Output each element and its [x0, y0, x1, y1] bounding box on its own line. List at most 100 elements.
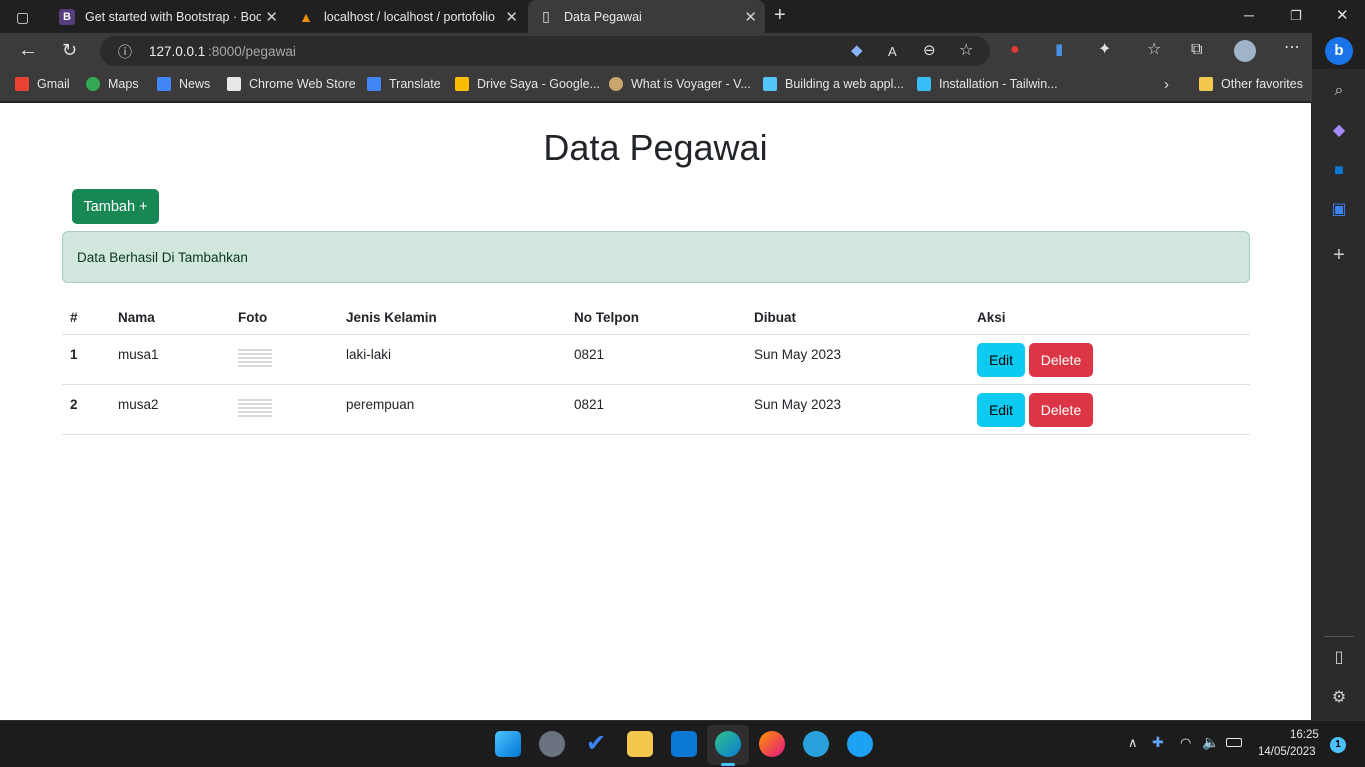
header-no-telpon: No Telpon [566, 301, 746, 335]
bookmark-gmail[interactable]: Gmail [15, 69, 70, 99]
chevron-right-icon[interactable]: › [1164, 76, 1169, 94]
tab-phpmyadmin[interactable]: ▲ localhost / localhost / portofolio ✕ [290, 0, 526, 33]
tab-label: localhost / localhost / portofolio [324, 9, 495, 24]
bing-icon[interactable]: b [1325, 37, 1353, 65]
other-favorites[interactable]: Other favorites [1199, 69, 1303, 99]
profile-avatar[interactable] [1234, 40, 1256, 62]
phpmyadmin-icon: ▲ [299, 8, 313, 25]
bookmark-news[interactable]: News [157, 69, 210, 99]
settings-icon[interactable]: ⚙ [1330, 689, 1348, 707]
url-host: 127.0.0.1 [149, 44, 206, 59]
read-aloud-icon[interactable]: A [888, 43, 897, 61]
table-row: 1 musa1 laki-laki 0821 Sun May 2023 Edit… [62, 334, 1250, 385]
favorites-icon[interactable]: ☆ [1147, 41, 1161, 59]
employee-table: # Nama Foto Jenis Kelamin No Telpon Dibu… [62, 301, 1250, 435]
more-menu-icon[interactable]: ⋯ [1284, 39, 1300, 57]
add-button[interactable]: Tambah + [72, 189, 159, 224]
refresh-icon[interactable]: ↻ [62, 41, 77, 59]
bookmark-maps[interactable]: Maps [86, 69, 139, 99]
zoom-icon[interactable]: ⊖ [923, 42, 936, 60]
vscode-icon[interactable] [671, 731, 697, 757]
windows-start-icon[interactable] [495, 731, 521, 757]
edge-sidebar: ⌕ ◆ ■ ▣ + ▯ ⚙ [1312, 69, 1365, 720]
add-favorite-icon[interactable]: ☆ [959, 42, 973, 60]
extension-red-icon[interactable]: ● [1010, 41, 1020, 59]
minimize-icon[interactable]: ─ [1244, 6, 1254, 24]
delete-button[interactable]: Delete [1029, 342, 1093, 377]
header-no: # [62, 301, 110, 335]
bookmark-voyager[interactable]: What is Voyager - V... [609, 69, 751, 99]
back-icon[interactable]: ← [18, 40, 38, 60]
copilot-icon[interactable]: ◆ [1330, 122, 1348, 140]
new-tab-button[interactable]: + [774, 5, 786, 25]
close-tab-icon[interactable]: ✕ [505, 8, 518, 26]
news-icon [157, 77, 171, 91]
bookmark-translate[interactable]: Translate [367, 69, 441, 99]
outlook-icon[interactable]: ■ [1330, 162, 1348, 180]
edit-button[interactable]: Edit [977, 342, 1025, 377]
file-explorer-icon[interactable] [627, 731, 653, 757]
todo-app-icon[interactable]: ✔ [583, 731, 609, 757]
table-header-row: # Nama Foto Jenis Kelamin No Telpon Dibu… [62, 301, 1250, 335]
translate-icon [367, 77, 381, 91]
extension-blue-icon[interactable]: ▮ [1055, 41, 1063, 59]
header-jenis-kelamin: Jenis Kelamin [338, 301, 566, 335]
web-page: Data Pegawai Tambah + Data Berhasil Di T… [0, 103, 1311, 720]
notification-badge[interactable]: 1 [1330, 737, 1346, 753]
clock-date[interactable]: 14/05/2023 [1258, 746, 1316, 758]
tab-bootstrap[interactable]: B Get started with Bootstrap · Boot ✕ [50, 0, 286, 33]
voyager-icon [609, 77, 623, 91]
tailwind-icon [917, 77, 931, 91]
restore-icon[interactable]: ❐ [1290, 7, 1302, 25]
employee-photo [238, 346, 272, 367]
table-row: 2 musa2 perempuan 0821 Sun May 2023 Edit… [62, 384, 1250, 435]
app-icon[interactable]: ▣ [1330, 201, 1348, 219]
delete-button[interactable]: Delete [1029, 392, 1093, 427]
page-title: Data Pegawai [543, 127, 768, 168]
bookmark-chrome-web-store[interactable]: Chrome Web Store [227, 69, 356, 99]
wifi-icon[interactable]: ◠ [1180, 735, 1191, 751]
volume-icon[interactable]: 🔈 [1202, 734, 1219, 751]
row-number: 2 [62, 384, 110, 435]
tag-icon[interactable]: ◆ [851, 42, 863, 60]
edge-app-icon[interactable] [715, 731, 741, 757]
header-nama: Nama [110, 301, 230, 335]
extensions-icon[interactable]: ✦ [1098, 41, 1111, 59]
clock-time[interactable]: 16:25 [1290, 729, 1319, 741]
battery-icon[interactable] [1226, 738, 1242, 747]
settings-app-icon[interactable] [539, 731, 565, 757]
taskbar: ✔ ∧ ✚ ◠ 🔈 16:25 14/05/2023 1 [0, 720, 1365, 767]
tab-data-pegawai[interactable]: ▯ Data Pegawai ✕ [528, 0, 765, 33]
header-dibuat: Dibuat [746, 301, 969, 335]
close-tab-icon[interactable]: ✕ [265, 8, 278, 26]
active-indicator [721, 763, 735, 766]
row-telpon: 0821 [566, 384, 746, 435]
bootstrap-icon: B [59, 8, 75, 25]
maps-icon [86, 77, 100, 91]
firefox-icon[interactable] [759, 731, 785, 757]
search-icon[interactable]: ⌕ [1330, 82, 1348, 100]
add-icon[interactable]: + [1330, 245, 1348, 265]
network-app-icon[interactable]: ✚ [1152, 734, 1164, 751]
bookmark-drive[interactable]: Drive Saya - Google... [455, 69, 600, 99]
telegram-icon[interactable] [803, 731, 829, 757]
collections-icon[interactable]: ⧉ [1191, 41, 1202, 59]
row-jenis-kelamin: laki-laki [338, 334, 566, 385]
tab-actions-icon[interactable]: ▢ [16, 8, 29, 26]
address-bar[interactable]: ⓘ 127.0.0.1 :8000/pegawai ◆ A ⊖ ☆ [100, 36, 990, 66]
close-window-icon[interactable]: ✕ [1336, 7, 1349, 25]
close-tab-icon[interactable]: ✕ [744, 8, 757, 26]
url-path: :8000/pegawai [208, 44, 296, 59]
chevron-up-icon[interactable]: ∧ [1128, 735, 1138, 751]
bookmark-flutter[interactable]: Building a web appl... [763, 69, 904, 99]
edit-button[interactable]: Edit [977, 392, 1025, 427]
hide-sidebar-icon[interactable]: ▯ [1330, 649, 1348, 667]
title-bar: ▢ B Get started with Bootstrap · Boot ✕ … [0, 0, 1365, 33]
bookmark-tailwind[interactable]: Installation - Tailwin... [917, 69, 1058, 99]
site-info-icon[interactable]: ⓘ [118, 43, 132, 61]
sidebar-divider [1324, 636, 1354, 637]
row-nama: musa1 [110, 334, 230, 385]
row-actions: Edit Delete [969, 334, 1250, 385]
success-alert: Data Berhasil Di Tambahkan [62, 231, 1250, 283]
app-icon[interactable] [847, 731, 873, 757]
